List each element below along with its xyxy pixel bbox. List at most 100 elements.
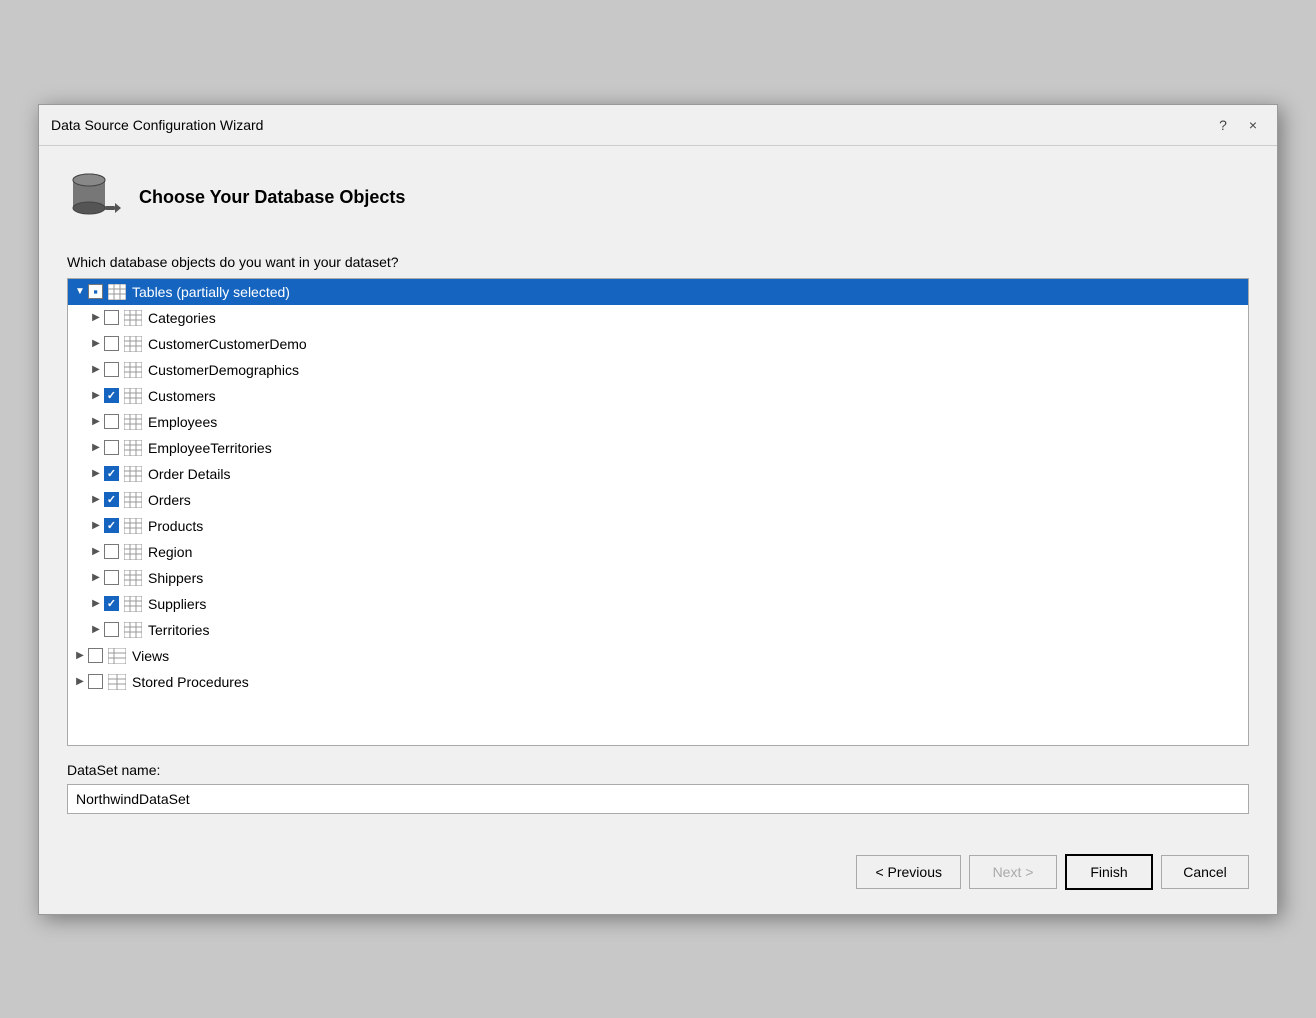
cancel-button[interactable]: Cancel	[1161, 855, 1249, 889]
expander-territories[interactable]: ▶	[88, 622, 104, 638]
label-orderdetails: Order Details	[148, 466, 230, 482]
checkbox-territories[interactable]	[104, 622, 119, 637]
expander-orders[interactable]: ▶	[88, 492, 104, 508]
checkbox-shippers[interactable]	[104, 570, 119, 585]
tree-item-customers[interactable]: ▶ Customers	[68, 383, 1248, 409]
help-button[interactable]: ?	[1211, 113, 1235, 137]
checkbox-orders[interactable]	[104, 492, 119, 507]
tables-label: Tables (partially selected)	[132, 284, 290, 300]
label-region: Region	[148, 544, 192, 560]
question-label: Which database objects do you want in yo…	[67, 254, 1249, 270]
label-customers: Customers	[148, 388, 216, 404]
tree-item-territories[interactable]: ▶ Territories	[68, 617, 1248, 643]
expander-employees[interactable]: ▶	[88, 414, 104, 430]
table-icon-territories	[123, 621, 143, 639]
tree-item-customerdemographics[interactable]: ▶ CustomerDemographics	[68, 357, 1248, 383]
tree-item-employeeterritories[interactable]: ▶ EmployeeTerritories	[68, 435, 1248, 461]
database-icon	[67, 170, 123, 226]
checkbox-views[interactable]	[88, 648, 103, 663]
expander-customercustomerdemo[interactable]: ▶	[88, 336, 104, 352]
table-icon-employeeterritories	[123, 439, 143, 457]
table-icon-employees	[123, 413, 143, 431]
close-button[interactable]: ×	[1241, 113, 1265, 137]
checkbox-products[interactable]	[104, 518, 119, 533]
table-icon-orders	[123, 491, 143, 509]
checkbox-storedprocedures[interactable]	[88, 674, 103, 689]
title-bar: Data Source Configuration Wizard ? ×	[39, 105, 1277, 146]
checkbox-employees[interactable]	[104, 414, 119, 429]
expander-region[interactable]: ▶	[88, 544, 104, 560]
dialog-window: Data Source Configuration Wizard ? ×	[38, 104, 1278, 915]
label-customerdemographics: CustomerDemographics	[148, 362, 299, 378]
tree-item-orderdetails[interactable]: ▶ Order Details	[68, 461, 1248, 487]
dataset-section: DataSet name:	[67, 762, 1249, 814]
dialog-footer: < Previous Next > Finish Cancel	[39, 834, 1277, 914]
table-icon-shippers	[123, 569, 143, 587]
label-employees: Employees	[148, 414, 217, 430]
tree-root-tables[interactable]: ▼ Tables (partially selected)	[68, 279, 1248, 305]
table-icon-categories	[123, 309, 143, 327]
checkbox-tables[interactable]	[88, 284, 103, 299]
table-icon-customers	[123, 387, 143, 405]
tree-item-region[interactable]: ▶ Region	[68, 539, 1248, 565]
next-button[interactable]: Next >	[969, 855, 1057, 889]
expander-shippers[interactable]: ▶	[88, 570, 104, 586]
wizard-title: Choose Your Database Objects	[139, 187, 405, 208]
dialog-title: Data Source Configuration Wizard	[51, 117, 263, 133]
label-products: Products	[148, 518, 203, 534]
checkbox-categories[interactable]	[104, 310, 119, 325]
label-categories: Categories	[148, 310, 216, 326]
expander-views[interactable]: ▶	[72, 648, 88, 664]
table-icon-customercustomerdemo	[123, 335, 143, 353]
dialog-content: Choose Your Database Objects Which datab…	[39, 146, 1277, 834]
views-icon	[107, 647, 127, 665]
finish-button[interactable]: Finish	[1065, 854, 1153, 890]
expander-orderdetails[interactable]: ▶	[88, 466, 104, 482]
expander-storedprocedures[interactable]: ▶	[72, 674, 88, 690]
tree-item-customercustomerdemo[interactable]: ▶ CustomerCustomerDemo	[68, 331, 1248, 357]
label-employeeterritories: EmployeeTerritories	[148, 440, 272, 456]
label-storedprocedures: Stored Procedures	[132, 674, 249, 690]
expander-employeeterritories[interactable]: ▶	[88, 440, 104, 456]
label-views: Views	[132, 648, 169, 664]
checkbox-suppliers[interactable]	[104, 596, 119, 611]
tree-item-products[interactable]: ▶ Products	[68, 513, 1248, 539]
table-icon-suppliers	[123, 595, 143, 613]
label-orders: Orders	[148, 492, 191, 508]
label-customercustomerdemo: CustomerCustomerDemo	[148, 336, 307, 352]
label-suppliers: Suppliers	[148, 596, 206, 612]
tree-item-categories[interactable]: ▶ Categories	[68, 305, 1248, 331]
tree-item-views[interactable]: ▶ Views	[68, 643, 1248, 669]
storedprocedures-icon	[107, 673, 127, 691]
checkbox-customercustomerdemo[interactable]	[104, 336, 119, 351]
dataset-name-input[interactable]	[67, 784, 1249, 814]
tree-item-employees[interactable]: ▶ Employees	[68, 409, 1248, 435]
label-shippers: Shippers	[148, 570, 203, 586]
expander-suppliers[interactable]: ▶	[88, 596, 104, 612]
tree-item-shippers[interactable]: ▶ Shippers	[68, 565, 1248, 591]
tree-item-orders[interactable]: ▶ Orders	[68, 487, 1248, 513]
checkbox-employeeterritories[interactable]	[104, 440, 119, 455]
expander-customerdemographics[interactable]: ▶	[88, 362, 104, 378]
checkbox-customers[interactable]	[104, 388, 119, 403]
checkbox-orderdetails[interactable]	[104, 466, 119, 481]
previous-button[interactable]: < Previous	[856, 855, 961, 889]
checkbox-region[interactable]	[104, 544, 119, 559]
expander-products[interactable]: ▶	[88, 518, 104, 534]
tree-item-suppliers[interactable]: ▶ Suppliers	[68, 591, 1248, 617]
tables-icon	[107, 283, 127, 301]
checkbox-customerdemographics[interactable]	[104, 362, 119, 377]
table-icon-customerdemographics	[123, 361, 143, 379]
database-objects-tree[interactable]: ▼ Tables (partially selected) ▶	[67, 278, 1249, 746]
tree-item-storedprocedures[interactable]: ▶ Stored Procedures	[68, 669, 1248, 695]
dataset-label: DataSet name:	[67, 762, 1249, 778]
table-icon-products	[123, 517, 143, 535]
header-area: Choose Your Database Objects	[67, 170, 1249, 226]
title-bar-buttons: ? ×	[1211, 113, 1265, 137]
table-icon-orderdetails	[123, 465, 143, 483]
label-territories: Territories	[148, 622, 209, 638]
expander-categories[interactable]: ▶	[88, 310, 104, 326]
table-icon-region	[123, 543, 143, 561]
expander-tables[interactable]: ▼	[72, 284, 88, 300]
expander-customers[interactable]: ▶	[88, 388, 104, 404]
